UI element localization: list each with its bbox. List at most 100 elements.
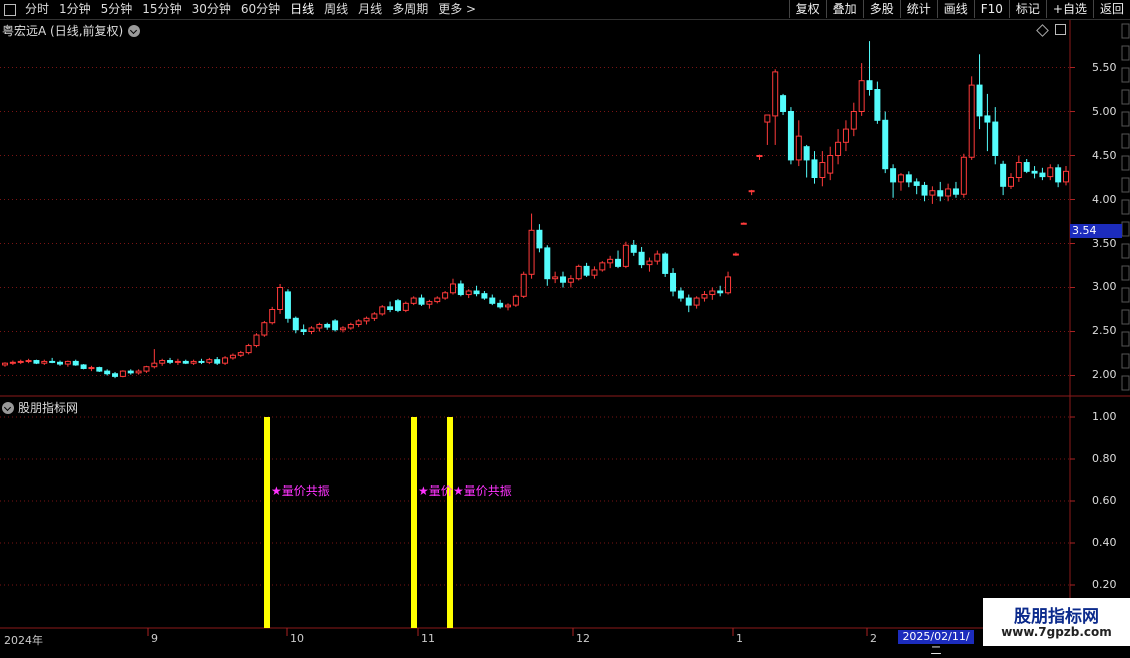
candle-body xyxy=(167,360,174,363)
candle-body xyxy=(457,283,464,296)
side-panel-glyph xyxy=(1121,243,1130,259)
indicator-tick: 0.80 xyxy=(1092,452,1117,465)
indicator-tick: 0.20 xyxy=(1092,578,1117,591)
f10-button[interactable]: F10 xyxy=(973,0,1009,18)
candle-body xyxy=(363,317,370,322)
square-icon[interactable] xyxy=(1055,24,1066,35)
overlay-button[interactable]: 叠加 xyxy=(825,0,863,18)
side-panel-glyph xyxy=(1121,265,1130,281)
period-tabs: 分时 1分钟 5分钟 15分钟 30分钟 60分钟 日线 周线 月线 多周期 更… xyxy=(2,1,481,18)
candle-body xyxy=(339,327,346,331)
candle-body xyxy=(96,367,103,372)
candle-body xyxy=(347,323,354,329)
time-tick: 12 xyxy=(576,632,590,645)
price-tick: 3.50 xyxy=(1092,237,1117,250)
candle-body xyxy=(913,181,920,186)
time-tick: 9 xyxy=(151,632,158,645)
candle-body xyxy=(575,265,582,280)
candle-body xyxy=(277,287,284,310)
side-panel-glyph xyxy=(1121,133,1130,149)
window-icon[interactable] xyxy=(4,3,16,16)
side-panel-glyph xyxy=(1121,177,1130,193)
candle-body xyxy=(1031,170,1038,174)
stats-button[interactable]: 统计 xyxy=(899,0,937,18)
candle-body xyxy=(890,168,897,183)
indicator-title: 股朋指标网 xyxy=(2,399,78,416)
mark-button[interactable]: 标记 xyxy=(1008,0,1046,18)
candle-body xyxy=(693,297,700,306)
candle-body xyxy=(112,373,119,377)
candle-body xyxy=(921,184,928,196)
candle-body xyxy=(465,290,472,296)
period-tab-multi[interactable]: 多周期 xyxy=(387,1,433,18)
diamond-icon[interactable] xyxy=(1036,24,1049,37)
candle-body xyxy=(536,229,543,249)
candle-body xyxy=(1063,170,1069,183)
current-price-tag: 3.54 xyxy=(1070,224,1122,238)
candle-body xyxy=(599,262,606,271)
candle-body xyxy=(442,292,449,299)
time-tick: 10 xyxy=(290,632,304,645)
draw-line-button[interactable]: 画线 xyxy=(936,0,974,18)
candle-body xyxy=(882,119,889,170)
candle-body xyxy=(426,301,433,305)
side-panel-glyph xyxy=(1121,111,1130,127)
multi-stock-button[interactable]: 多股 xyxy=(862,0,900,18)
cursor-date-tag: 2025/02/11/二 xyxy=(898,630,974,657)
candle-body xyxy=(64,360,71,365)
kline-chart-canvas[interactable] xyxy=(0,0,1130,650)
candle-body xyxy=(725,276,732,294)
candle-body xyxy=(261,322,268,336)
price-tick: 4.00 xyxy=(1092,193,1117,206)
candle-body xyxy=(308,327,315,333)
side-panel-glyph xyxy=(1121,155,1130,171)
candle-body xyxy=(583,265,590,276)
candle-body xyxy=(2,362,8,366)
candle-body xyxy=(567,278,574,283)
candle-body xyxy=(190,360,197,364)
candle-body xyxy=(1023,162,1030,172)
candle-body xyxy=(394,300,401,311)
period-tab-intraday[interactable]: 分时 xyxy=(20,1,54,18)
candle-body xyxy=(151,362,158,368)
side-panel-glyph xyxy=(1121,89,1130,105)
signal-bar xyxy=(411,417,417,628)
signal-bar xyxy=(264,417,270,628)
period-tab-1min[interactable]: 1分钟 xyxy=(54,1,96,18)
adjust-button[interactable]: 复权 xyxy=(788,0,826,18)
signal-label: ★量价共振 xyxy=(453,484,512,498)
candle-body xyxy=(984,115,991,123)
candle-body xyxy=(245,345,252,354)
period-tab-60min[interactable]: 60分钟 xyxy=(236,1,285,18)
candle-body xyxy=(88,367,95,370)
candle-body xyxy=(819,162,826,178)
candle-body xyxy=(497,302,504,308)
candle-body xyxy=(1015,162,1022,178)
candle-body xyxy=(402,302,409,311)
price-tick: 5.50 xyxy=(1092,61,1117,74)
period-tab-monthly[interactable]: 月线 xyxy=(353,1,387,18)
back-button[interactable]: 返回 xyxy=(1092,0,1130,18)
candle-body xyxy=(1007,177,1014,187)
period-tab-5min[interactable]: 5分钟 xyxy=(96,1,138,18)
period-tab-30min[interactable]: 30分钟 xyxy=(187,1,236,18)
signal-label: ★量价共振 xyxy=(271,484,330,498)
candle-body xyxy=(842,128,849,143)
period-tab-more[interactable]: 更多 > xyxy=(433,1,481,18)
add-watchlist-button[interactable]: +自选 xyxy=(1045,0,1093,18)
candle-body xyxy=(269,309,276,324)
period-tab-daily[interactable]: 日线 xyxy=(285,1,319,18)
watermark-logo: 股朋指标网 www.7gpzb.com xyxy=(983,598,1130,646)
candle-body xyxy=(418,297,425,305)
candle-body xyxy=(1039,172,1046,178)
candle-body xyxy=(607,258,614,264)
candle-body xyxy=(473,290,480,295)
candle-body xyxy=(685,297,692,306)
chevron-down-icon[interactable] xyxy=(128,24,141,37)
period-tab-15min[interactable]: 15分钟 xyxy=(137,1,186,18)
signal-label: ★量价 xyxy=(418,484,453,498)
period-tab-weekly[interactable]: 周线 xyxy=(319,1,353,18)
candle-body xyxy=(780,95,787,113)
candle-body xyxy=(976,84,983,117)
chevron-down-icon[interactable] xyxy=(2,401,14,414)
